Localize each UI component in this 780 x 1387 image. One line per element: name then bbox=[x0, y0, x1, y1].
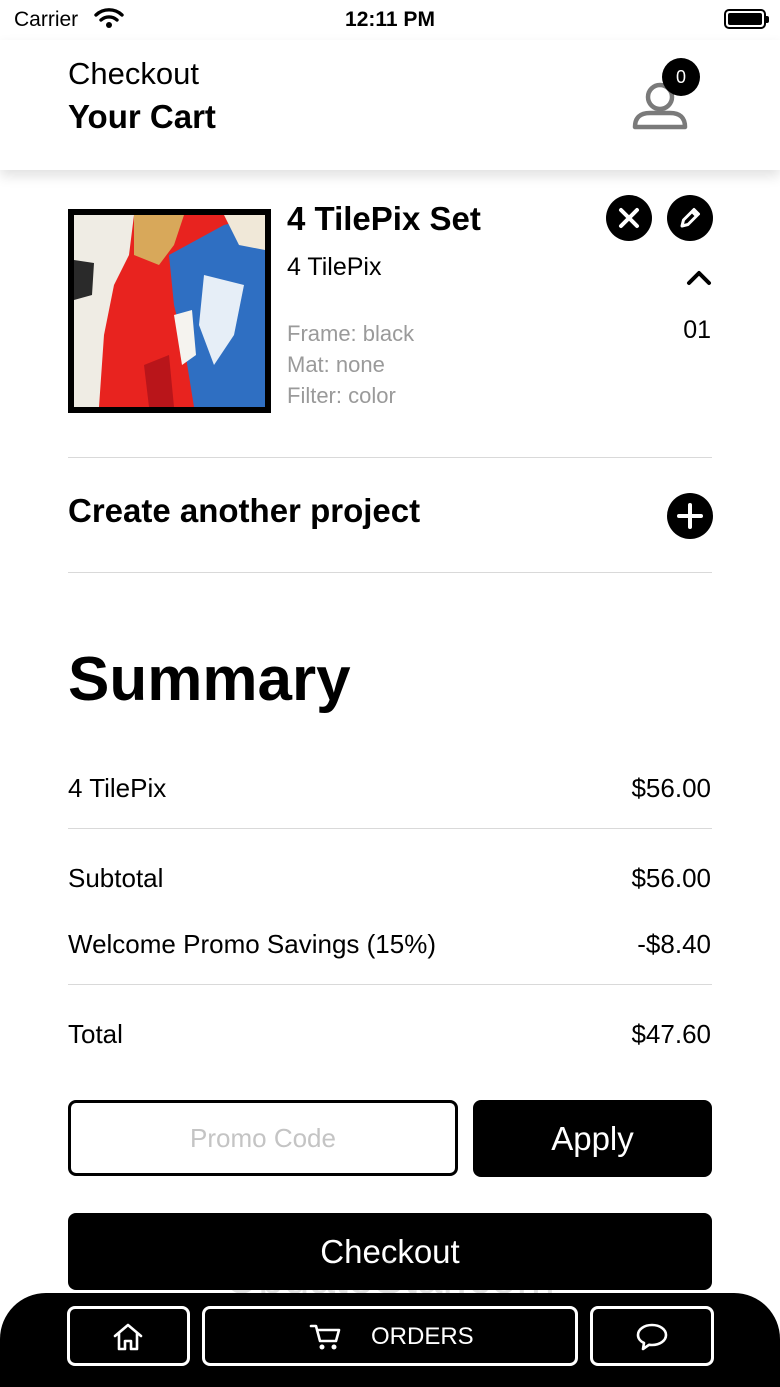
total-value: $47.60 bbox=[631, 1019, 711, 1049]
promo-code-input[interactable] bbox=[68, 1100, 458, 1176]
item-name: 4 TilePix bbox=[287, 253, 382, 281]
line-item-value: $56.00 bbox=[631, 773, 711, 803]
chat-icon bbox=[636, 1323, 668, 1351]
subtotal-label: Subtotal bbox=[68, 863, 164, 893]
item-thumbnail[interactable] bbox=[68, 209, 271, 413]
chat-button[interactable] bbox=[590, 1306, 714, 1366]
promo-savings-value: -$8.40 bbox=[637, 929, 711, 959]
summary-title: Summary bbox=[68, 645, 351, 714]
chevron-up-icon[interactable] bbox=[684, 264, 714, 290]
pencil-icon bbox=[680, 208, 700, 228]
bottom-nav: ORDERS bbox=[0, 1293, 780, 1387]
page-subtitle: Checkout bbox=[68, 56, 199, 91]
subtotal-value: $56.00 bbox=[631, 863, 711, 893]
divider bbox=[68, 828, 712, 829]
home-icon bbox=[113, 1323, 143, 1351]
apply-promo-button[interactable]: Apply bbox=[473, 1100, 712, 1177]
home-button[interactable] bbox=[67, 1306, 190, 1366]
total-label: Total bbox=[68, 1019, 123, 1049]
remove-item-button[interactable] bbox=[606, 195, 652, 241]
edit-item-button[interactable] bbox=[667, 195, 713, 241]
battery-icon bbox=[724, 9, 769, 29]
close-icon bbox=[619, 208, 639, 228]
page-title: Your Cart bbox=[68, 98, 216, 135]
clock: 12:11 PM bbox=[345, 8, 435, 31]
cart-count-badge: 0 bbox=[662, 58, 700, 96]
promo-savings-label: Welcome Promo Savings (15%) bbox=[68, 929, 436, 959]
status-bar: Carrier 12:11 PM bbox=[0, 0, 780, 40]
plus-icon bbox=[677, 503, 703, 529]
item-filter-option: Filter: color bbox=[287, 383, 396, 408]
cart-icon bbox=[309, 1324, 341, 1350]
item-frame-option: Frame: black bbox=[287, 321, 415, 346]
line-item-label: 4 TilePix bbox=[68, 773, 167, 803]
orders-label: ORDERS bbox=[371, 1323, 474, 1350]
quantity-value: 01 bbox=[683, 316, 711, 344]
add-project-button[interactable] bbox=[667, 493, 713, 539]
item-title: 4 TilePix Set bbox=[287, 200, 481, 237]
item-mat-option: Mat: none bbox=[287, 352, 385, 377]
header: Checkout Your Cart 0 bbox=[0, 40, 780, 170]
divider bbox=[68, 984, 712, 985]
divider bbox=[68, 572, 712, 573]
create-project-label[interactable]: Create another project bbox=[68, 492, 420, 530]
orders-button[interactable]: ORDERS bbox=[202, 1306, 578, 1366]
divider bbox=[68, 457, 712, 458]
